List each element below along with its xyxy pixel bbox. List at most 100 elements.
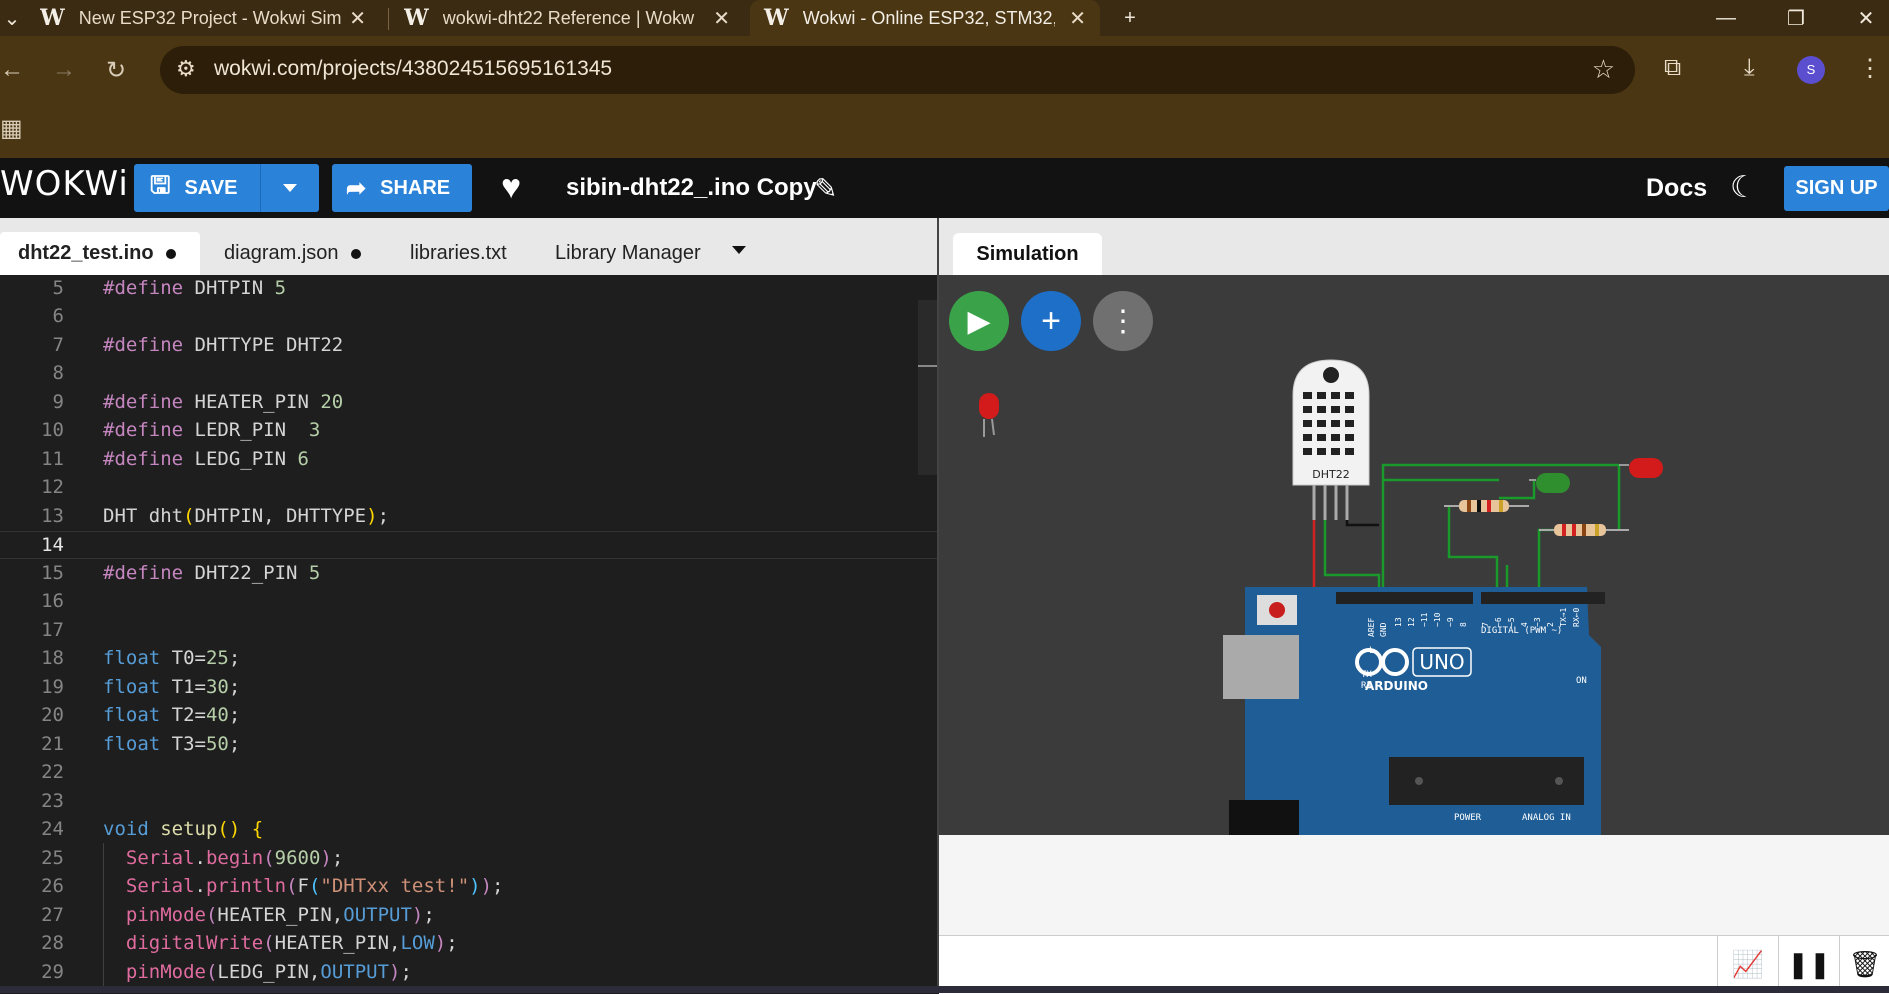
code-line: 16 bbox=[0, 588, 937, 616]
wokwi-logo[interactable]: WOKWi bbox=[0, 164, 129, 204]
close-tab-icon[interactable]: ✕ bbox=[1069, 6, 1086, 31]
heart-icon[interactable]: ♥ bbox=[501, 168, 521, 207]
tab-diagram-json[interactable]: diagram.json bbox=[224, 232, 361, 275]
apps-grid-icon[interactable]: ▦ bbox=[0, 114, 23, 143]
unsaved-dot-icon bbox=[350, 248, 361, 259]
loose-red-led[interactable] bbox=[979, 393, 999, 437]
clear-button[interactable]: 🗑 bbox=[1839, 935, 1889, 993]
line-number: 22 bbox=[41, 761, 64, 783]
new-tab-icon[interactable]: + bbox=[1110, 0, 1150, 36]
tab-search-icon[interactable]: ⌄ bbox=[0, 0, 24, 36]
save-label: SAVE bbox=[184, 176, 238, 199]
code-text: #define DHTPIN 5 bbox=[103, 277, 287, 299]
code-line: 7 #define DHTTYPE DHT22 bbox=[0, 332, 937, 360]
docs-link[interactable]: Docs bbox=[1646, 174, 1707, 203]
line-number: 26 bbox=[41, 875, 64, 897]
pin-label: ~6 bbox=[1494, 617, 1503, 627]
line-number: 12 bbox=[41, 476, 64, 498]
line-number: 25 bbox=[41, 847, 64, 869]
resistor-2[interactable] bbox=[1539, 524, 1629, 536]
tab-dht22-test-ino[interactable]: dht22_test.ino bbox=[0, 232, 200, 275]
plotter-button[interactable]: 📈 bbox=[1717, 935, 1778, 993]
circuit-diagram[interactable]: DHT22 DIGITAL (PWM ~) ON L TX RX POWER A… bbox=[939, 275, 1889, 835]
menu-dots-icon[interactable]: ⋮ bbox=[1858, 54, 1882, 83]
line-number: 17 bbox=[41, 619, 64, 641]
close-window-icon[interactable]: ✕ bbox=[1846, 0, 1886, 36]
code-text: DHT dht(DHTPIN, DHTTYPE); bbox=[103, 505, 390, 527]
tab-label: Library Manager bbox=[555, 242, 701, 264]
pin-label: 13 bbox=[1394, 617, 1403, 627]
code-line: 20 float T2=40; bbox=[0, 702, 937, 730]
share-button[interactable]: ➦ SHARE bbox=[332, 164, 472, 212]
tab-simulation[interactable]: Simulation bbox=[953, 233, 1102, 275]
pause-icon: ❚❚ bbox=[1787, 948, 1831, 979]
profile-avatar[interactable]: S bbox=[1797, 56, 1825, 84]
code-text: float T1=30; bbox=[103, 676, 241, 698]
arduino-uno-board[interactable]: DIGITAL (PWM ~) ON L TX RX POWER ANALOG … bbox=[1223, 587, 1605, 835]
tab-library-manager[interactable]: Library Manager bbox=[555, 232, 701, 275]
code-editor[interactable]: 5 #define DHTPIN 5 6 7 #define DHTTYPE DHT… bbox=[0, 275, 937, 993]
uno-label: UNO bbox=[1419, 650, 1464, 674]
red-led[interactable] bbox=[1619, 458, 1663, 478]
code-line: 23 bbox=[0, 788, 937, 816]
serial-monitor-output[interactable] bbox=[939, 835, 1889, 935]
browser-tab-2[interactable]: W wokwi-dht22 Reference | Wokw ✕ bbox=[404, 0, 744, 36]
forward-arrow-icon[interactable]: → bbox=[52, 56, 76, 84]
save-button[interactable]: 🖫 SAVE bbox=[134, 164, 319, 212]
line-number: 8 bbox=[52, 362, 64, 384]
signup-button[interactable]: SIGN UP bbox=[1784, 166, 1889, 211]
power-label: POWER bbox=[1454, 813, 1482, 823]
line-number: 29 bbox=[41, 961, 64, 983]
star-icon[interactable]: ☆ bbox=[1592, 54, 1615, 85]
browser-tab-3-active[interactable]: W Wokwi - Online ESP32, STM32, A ✕ bbox=[750, 0, 1100, 36]
code-text: #define DHTTYPE DHT22 bbox=[103, 334, 344, 356]
tab-libraries-txt[interactable]: libraries.txt bbox=[410, 232, 507, 275]
restore-icon[interactable]: ❐ bbox=[1776, 0, 1816, 36]
pause-button[interactable]: ❚❚ bbox=[1778, 935, 1839, 993]
code-text: float T3=50; bbox=[103, 733, 241, 755]
reload-icon[interactable]: ↻ bbox=[106, 56, 126, 85]
site-info-icon[interactable]: ⚙ bbox=[176, 56, 196, 82]
simulation-canvas[interactable]: ▶ + ⋮ DHT22 DIGITAL (PWM ~) ON L TX RX P… bbox=[939, 275, 1889, 835]
tabs-dropdown-icon[interactable] bbox=[732, 246, 746, 254]
close-tab-icon[interactable]: ✕ bbox=[349, 6, 366, 31]
browser-tab-1[interactable]: W New ESP32 Project - Wokwi Sim ✕ bbox=[40, 0, 380, 36]
pin-label: TX→1 bbox=[1559, 608, 1568, 627]
pin-label: 12 bbox=[1407, 617, 1416, 627]
project-title[interactable]: sibin-dht22_.ino Copy bbox=[566, 174, 817, 202]
line-number: 13 bbox=[41, 505, 64, 527]
download-icon[interactable]: ⤓ bbox=[1744, 54, 1755, 82]
line-number: 20 bbox=[41, 704, 64, 726]
code-text: digitalWrite(HEATER_PIN,LOW); bbox=[125, 932, 458, 954]
line-number: 5 bbox=[52, 277, 64, 299]
line-number: 6 bbox=[52, 305, 64, 327]
pin-label: ~9 bbox=[1446, 617, 1455, 627]
code-line: 21 float T3=50; bbox=[0, 731, 937, 759]
code-line: 18 float T0=25; bbox=[0, 645, 937, 673]
code-text: float T2=40; bbox=[103, 704, 241, 726]
extensions-icon[interactable]: ⧉ bbox=[1664, 54, 1681, 82]
pencil-icon[interactable]: ✎ bbox=[814, 172, 837, 205]
address-bar[interactable]: ⚙ wokwi.com/projects/438024515695161345 … bbox=[160, 46, 1635, 94]
editor-scrollbar[interactable] bbox=[918, 300, 937, 475]
back-arrow-icon[interactable]: ← bbox=[0, 56, 24, 84]
line-number: 9 bbox=[52, 391, 64, 413]
line-number: 28 bbox=[41, 932, 64, 954]
bookmarks-bar bbox=[0, 106, 1889, 158]
close-tab-icon[interactable]: ✕ bbox=[713, 6, 730, 31]
code-line: 27 pinMode(HEATER_PIN,OUTPUT); bbox=[0, 902, 937, 930]
resistor-1[interactable] bbox=[1444, 500, 1529, 512]
save-icon: 🖫 bbox=[150, 171, 171, 199]
minimize-icon[interactable]: — bbox=[1706, 0, 1746, 36]
line-number: 15 bbox=[41, 562, 64, 584]
dropdown-icon[interactable] bbox=[283, 184, 297, 192]
line-number: 16 bbox=[41, 590, 64, 612]
dht22-sensor[interactable]: DHT22 bbox=[1292, 359, 1370, 520]
share-label: SHARE bbox=[380, 176, 451, 199]
code-line: 5 #define DHTPIN 5 bbox=[0, 275, 937, 303]
code-text: Serial.println(F("DHTxx test!")); bbox=[125, 875, 504, 897]
code-line: 24 void setup() { bbox=[0, 816, 937, 844]
moon-icon[interactable]: ☾ bbox=[1730, 170, 1757, 205]
tab-label: libraries.txt bbox=[410, 242, 507, 264]
url-text[interactable]: wokwi.com/projects/438024515695161345 bbox=[214, 57, 612, 81]
